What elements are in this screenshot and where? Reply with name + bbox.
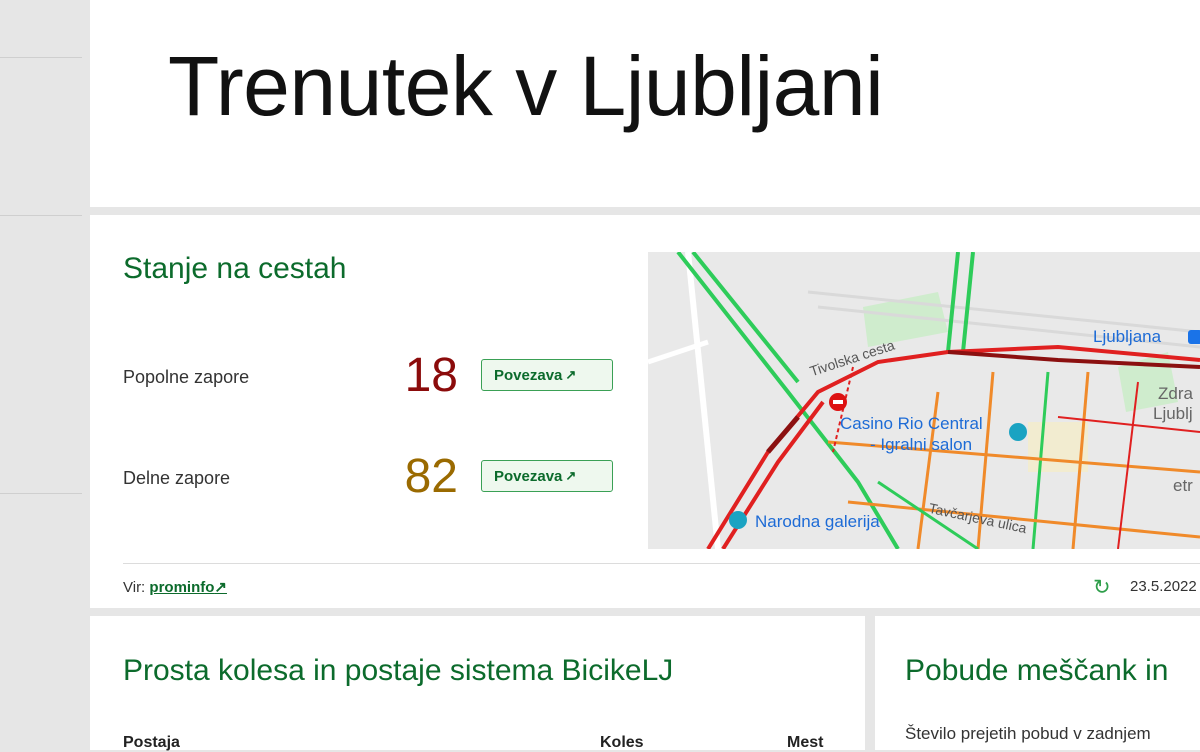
map-label-casino-sub: - Igralni salon <box>870 435 973 454</box>
sidebar-divider <box>0 493 82 494</box>
partial-closures-link-button[interactable]: Povezava ↗ <box>481 460 613 492</box>
bike-title: Prosta kolesa in postaje sistema BicikeL… <box>123 654 674 687</box>
column-header-spots: Mest <box>787 734 824 751</box>
sidebar-divider <box>0 57 82 58</box>
full-closures-link-button[interactable]: Povezava ↗ <box>481 359 613 391</box>
map-label-partial: etr <box>1173 476 1193 495</box>
civic-text: Število prejetih pobud v zadnjem <box>905 724 1151 743</box>
link-label: Povezava <box>494 467 563 485</box>
partial-closures-value: 82 <box>404 450 458 503</box>
map-label-gallery: Narodna galerija <box>755 512 880 531</box>
timestamp: 23.5.2022 <box>1130 578 1197 595</box>
refresh-icon[interactable]: ↻ <box>1093 575 1111 600</box>
traffic-map[interactable]: Ljubljana Tivolska cesta Casino Rio Cent… <box>648 252 1200 549</box>
bike-card: Prosta kolesa in postaje sistema BicikeL… <box>90 616 865 751</box>
map-label-partial: Ljublj <box>1153 404 1193 423</box>
civic-card: Pobude meščank in Število prejetih pobud… <box>875 616 1200 750</box>
source-link[interactable]: prominfo↗ <box>149 579 227 596</box>
header-card: Trenutek v Ljubljani <box>90 0 1200 207</box>
map-label-station: Ljubljana <box>1093 327 1162 346</box>
link-label: Povezava <box>494 366 563 384</box>
column-header-bikes: Koles <box>600 734 644 751</box>
map-label-partial: Zdra <box>1158 384 1193 403</box>
partial-closures-label: Delne zapore <box>123 468 231 488</box>
traffic-title: Stanje na cestah <box>123 252 347 285</box>
external-link-icon: ↗ <box>565 468 577 483</box>
external-link-icon: ↗ <box>565 367 577 382</box>
source-line: Vir: prominfo↗ <box>123 578 227 596</box>
full-closures-value: 18 <box>404 349 458 402</box>
left-sidebar <box>0 0 82 750</box>
civic-title: Pobude meščank in <box>905 654 1169 687</box>
source-prefix: Vir: <box>123 579 146 596</box>
card-divider <box>123 563 1200 564</box>
page-title: Trenutek v Ljubljani <box>168 39 884 133</box>
sidebar-divider <box>0 215 82 216</box>
traffic-card: Stanje na cestah Popolne zapore 18 Povez… <box>90 215 1200 608</box>
column-header-station: Postaja <box>123 734 180 751</box>
map-label-casino: Casino Rio Central <box>840 414 983 433</box>
map-roads <box>648 252 1200 549</box>
full-closures-label: Popolne zapore <box>123 367 250 387</box>
